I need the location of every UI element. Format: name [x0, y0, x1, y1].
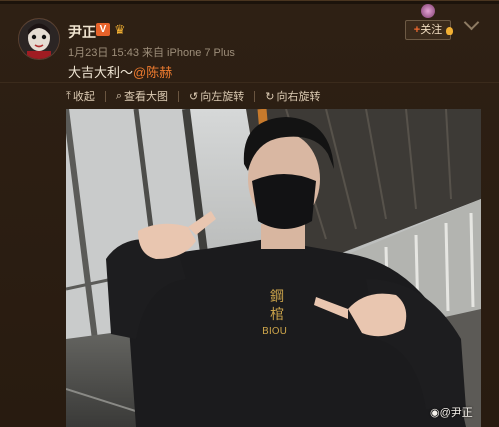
post-meta: 1月23日 15:43 来自 iPhone 7 Plus	[68, 44, 235, 60]
view-large-label: 查看大图	[124, 91, 169, 103]
toolbar-separator	[178, 90, 180, 102]
rotate-right-label: 向右旋转	[276, 91, 321, 103]
photo-illustration: 鋼 棺 BIOU	[66, 109, 481, 427]
weibo-post-card: 尹正 V ♛ 1月23日 15:43 来自 iPhone 7 Plus +关注 …	[0, 0, 499, 427]
avatar[interactable]	[18, 18, 60, 60]
rotate-left-label: 向左旋转	[200, 91, 245, 103]
view-large-button[interactable]: ⌕ 查看大图	[115, 89, 169, 104]
follow-label: 关注	[420, 24, 443, 36]
avatar-portrait-icon	[19, 19, 59, 59]
rotate-right-icon: ↻	[265, 90, 275, 103]
mention-link[interactable]: @陈赫	[133, 65, 172, 80]
collapse-button[interactable]: ⤒ 收起	[66, 89, 95, 104]
magnifier-icon: ⌕	[115, 89, 123, 102]
shirt-print-line1: 鋼	[270, 289, 284, 305]
post-text: 大吉大利～@陈赫	[68, 62, 172, 81]
divider	[0, 82, 499, 83]
notification-avatar-icon[interactable]	[421, 4, 435, 18]
rotate-left-button[interactable]: ↺ 向左旋转	[189, 89, 245, 104]
post-photo[interactable]: 鋼 棺 BIOU	[66, 109, 481, 427]
collapse-icon: ⤒	[66, 89, 71, 102]
chevron-down-icon[interactable]	[463, 14, 480, 31]
post-timestamp[interactable]: 1月23日 15:43	[68, 47, 139, 59]
post-body: 大吉大利～	[68, 65, 134, 80]
rotate-right-button[interactable]: ↻ 向右旋转	[265, 89, 321, 104]
rotate-left-icon: ↺	[189, 90, 199, 103]
follow-button[interactable]: +关注	[405, 20, 451, 40]
verified-badge-icon: V	[96, 23, 110, 36]
collapse-label: 收起	[72, 91, 95, 103]
member-crown-icon: ♛	[114, 22, 126, 37]
flame-icon	[446, 27, 453, 35]
toolbar-separator	[104, 90, 106, 102]
weibo-watermark: ◉@尹正	[430, 404, 473, 420]
username[interactable]: 尹正	[68, 22, 96, 42]
weibo-logo-icon: ◉	[430, 407, 440, 419]
watermark-text: @尹正	[439, 407, 473, 419]
toolbar-separator	[254, 90, 256, 102]
top-strip	[0, 1, 499, 4]
image-toolbar: ⤒ 收起 ⌕ 查看大图 ↺ 向左旋转 ↻ 向右旋转	[66, 89, 321, 104]
shirt-print-line3: BIOU	[262, 326, 287, 337]
shirt-print-line2: 棺	[270, 307, 284, 323]
post-source: 来自 iPhone 7 Plus	[142, 47, 235, 59]
